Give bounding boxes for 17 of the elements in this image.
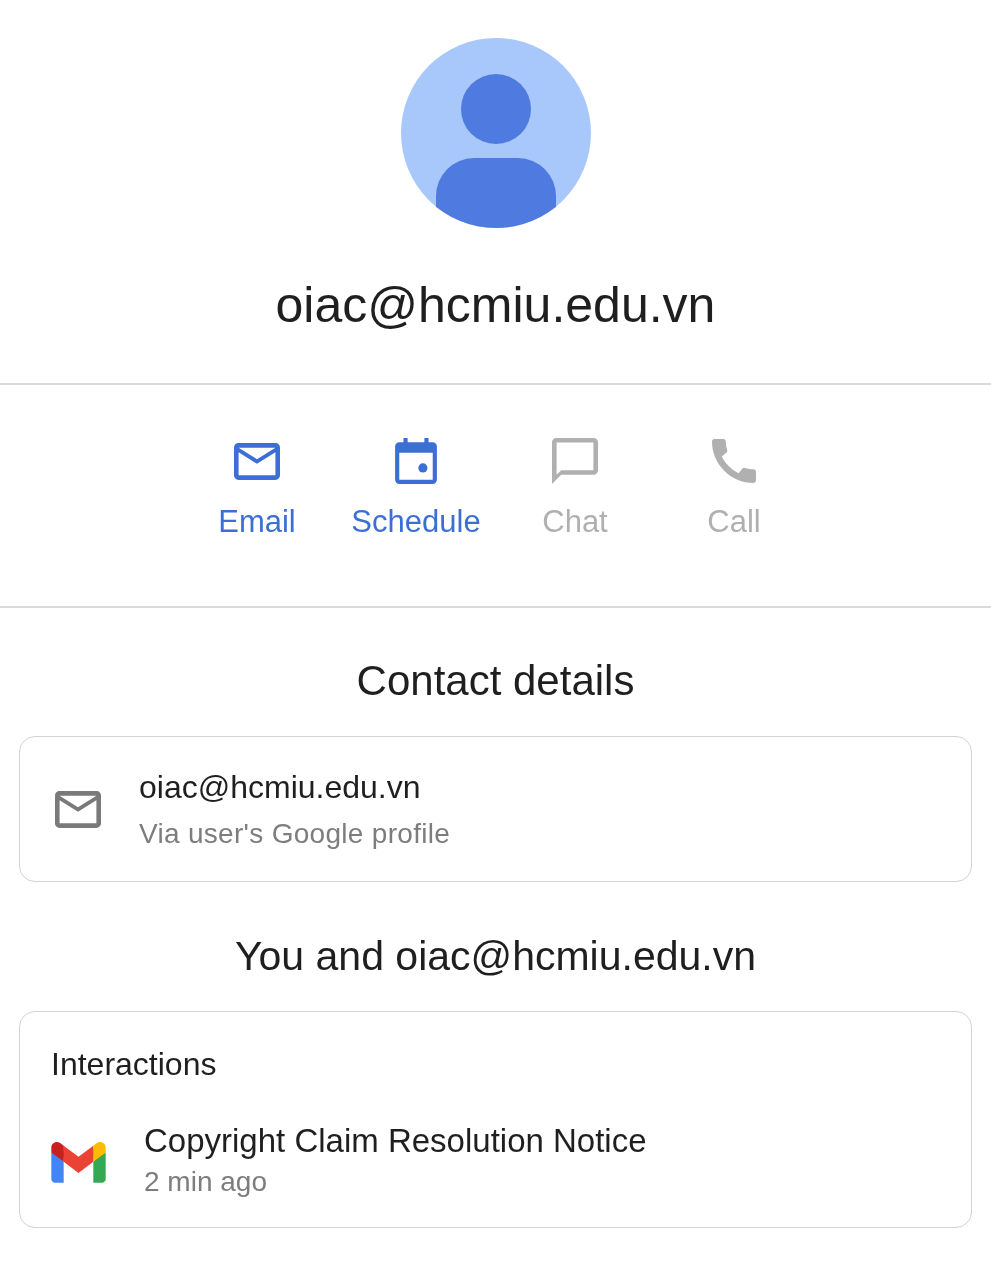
speech-bubble-icon bbox=[552, 438, 598, 484]
section-heading: You and oiac@hcmiu.edu.vn bbox=[234, 933, 757, 979]
card-heading: Interactions bbox=[51, 1046, 217, 1082]
envelope-icon bbox=[234, 442, 280, 480]
phone-icon bbox=[712, 439, 756, 483]
interaction-subject[interactable]: Copyright Claim Resolution Notice bbox=[144, 1122, 647, 1160]
email-button[interactable]: Email bbox=[177, 437, 337, 540]
section-heading: Contact details bbox=[356, 658, 635, 704]
person-avatar-icon bbox=[400, 38, 591, 228]
envelope-icon bbox=[55, 790, 101, 828]
profile-title: oiac@hcmiu.edu.vn bbox=[275, 277, 716, 333]
calendar-icon bbox=[395, 438, 437, 484]
schedule-button[interactable]: Schedule bbox=[336, 437, 496, 540]
email-address[interactable]: oiac@hcmiu.edu.vn bbox=[139, 768, 421, 806]
interaction-time: 2 min ago bbox=[144, 1166, 267, 1198]
m-logo-icon bbox=[51, 1141, 106, 1183]
source-label: Via user's Google profile bbox=[139, 818, 451, 850]
